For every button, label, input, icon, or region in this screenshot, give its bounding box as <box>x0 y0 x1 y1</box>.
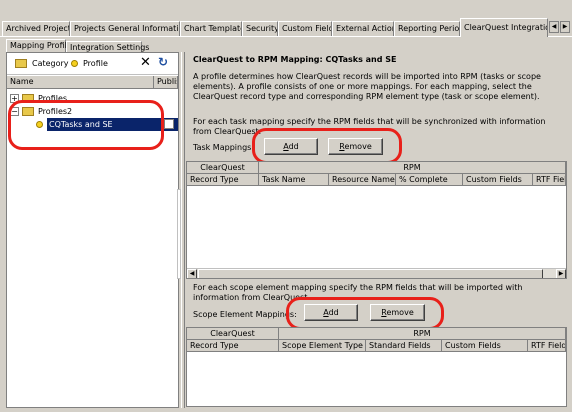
highlight-oval-scope-buttons <box>286 297 444 330</box>
task-group-clearquest: ClearQuest <box>187 162 259 174</box>
tab-scroll-buttons: ◀ ▶ <box>549 21 570 33</box>
profile-label[interactable]: Profile <box>83 59 108 68</box>
task-col-record-type[interactable]: Record Type <box>187 174 259 186</box>
tab-external-actions[interactable]: External Actions <box>332 21 394 36</box>
publish-checkbox[interactable] <box>164 119 174 129</box>
scroll-left-icon[interactable]: ◀ <box>187 269 197 278</box>
category-folder-icon <box>15 59 27 68</box>
scope-col-scope-element-type[interactable]: Scope Element Type <box>279 340 366 352</box>
scroll-thumb[interactable] <box>198 269 543 278</box>
delete-icon[interactable]: ✕ <box>140 55 151 70</box>
tree-col-publish[interactable]: Publish <box>154 76 178 89</box>
task-mappings-grid[interactable]: ClearQuest RPM Record Type Task Name Res… <box>186 161 567 279</box>
task-grid-hscrollbar[interactable]: ◀ ▶ <box>187 268 566 278</box>
tab-clearquest-integration[interactable]: ClearQuest Integration <box>460 18 548 37</box>
highlight-oval-task-buttons <box>252 128 402 164</box>
scope-col-rtf-fields[interactable]: RTF Fields <box>528 340 566 352</box>
scope-group-clearquest: ClearQuest <box>187 328 279 340</box>
profile-description: A profile determines how ClearQuest reco… <box>193 72 541 101</box>
tab-reporting-periods[interactable]: Reporting Periods <box>394 21 460 36</box>
task-col-custom-fields[interactable]: Custom Fields <box>463 174 533 186</box>
top-tab-strip: Archived Projects Projects General Infor… <box>0 18 572 37</box>
tab-scroll-left-icon[interactable]: ◀ <box>549 21 559 33</box>
scroll-right-icon[interactable]: ▶ <box>556 269 566 278</box>
task-mappings-label: Task Mappings: <box>193 143 255 152</box>
panel-splitter[interactable] <box>181 52 185 408</box>
task-group-rpm: RPM <box>259 162 566 174</box>
scope-col-custom-fields[interactable]: Custom Fields <box>442 340 528 352</box>
scope-mappings-grid[interactable]: ClearQuest RPM Record Type Scope Element… <box>186 327 567 407</box>
task-col-rtf-fields[interactable]: RTF Fields <box>533 174 566 186</box>
scope-col-record-type[interactable]: Record Type <box>187 340 279 352</box>
subtab-mapping-profile[interactable]: Mapping Profile <box>6 39 72 53</box>
page-title: ClearQuest to RPM Mapping: CQTasks and S… <box>193 55 397 64</box>
tab-scroll-right-icon[interactable]: ▶ <box>560 21 570 33</box>
scope-col-standard-fields[interactable]: Standard Fields <box>366 340 442 352</box>
scope-mappings-label: Scope Element Mappings: <box>193 310 297 319</box>
task-col-resource-name[interactable]: Resource Name <box>329 174 396 186</box>
task-col-task-name[interactable]: Task Name <box>259 174 329 186</box>
refresh-icon[interactable]: ↻ <box>158 55 168 70</box>
tab-custom-fields[interactable]: Custom Fields <box>278 21 332 36</box>
tab-chart-templates[interactable]: Chart Templates <box>180 21 242 36</box>
scope-group-rpm: RPM <box>279 328 566 340</box>
task-col-percent-complete[interactable]: % Complete <box>396 174 463 186</box>
tree-col-name[interactable]: Name <box>7 76 154 89</box>
category-label[interactable]: Category <box>32 59 69 68</box>
highlight-oval-tree <box>8 100 164 150</box>
tree-toolbar: Category Profile ✕ ↻ <box>7 53 178 75</box>
tab-projects-general-information[interactable]: Projects General Information <box>70 21 180 36</box>
profile-icon <box>71 60 78 67</box>
tab-archived-projects[interactable]: Archived Projects <box>2 21 70 36</box>
tab-security[interactable]: Security <box>242 21 278 36</box>
